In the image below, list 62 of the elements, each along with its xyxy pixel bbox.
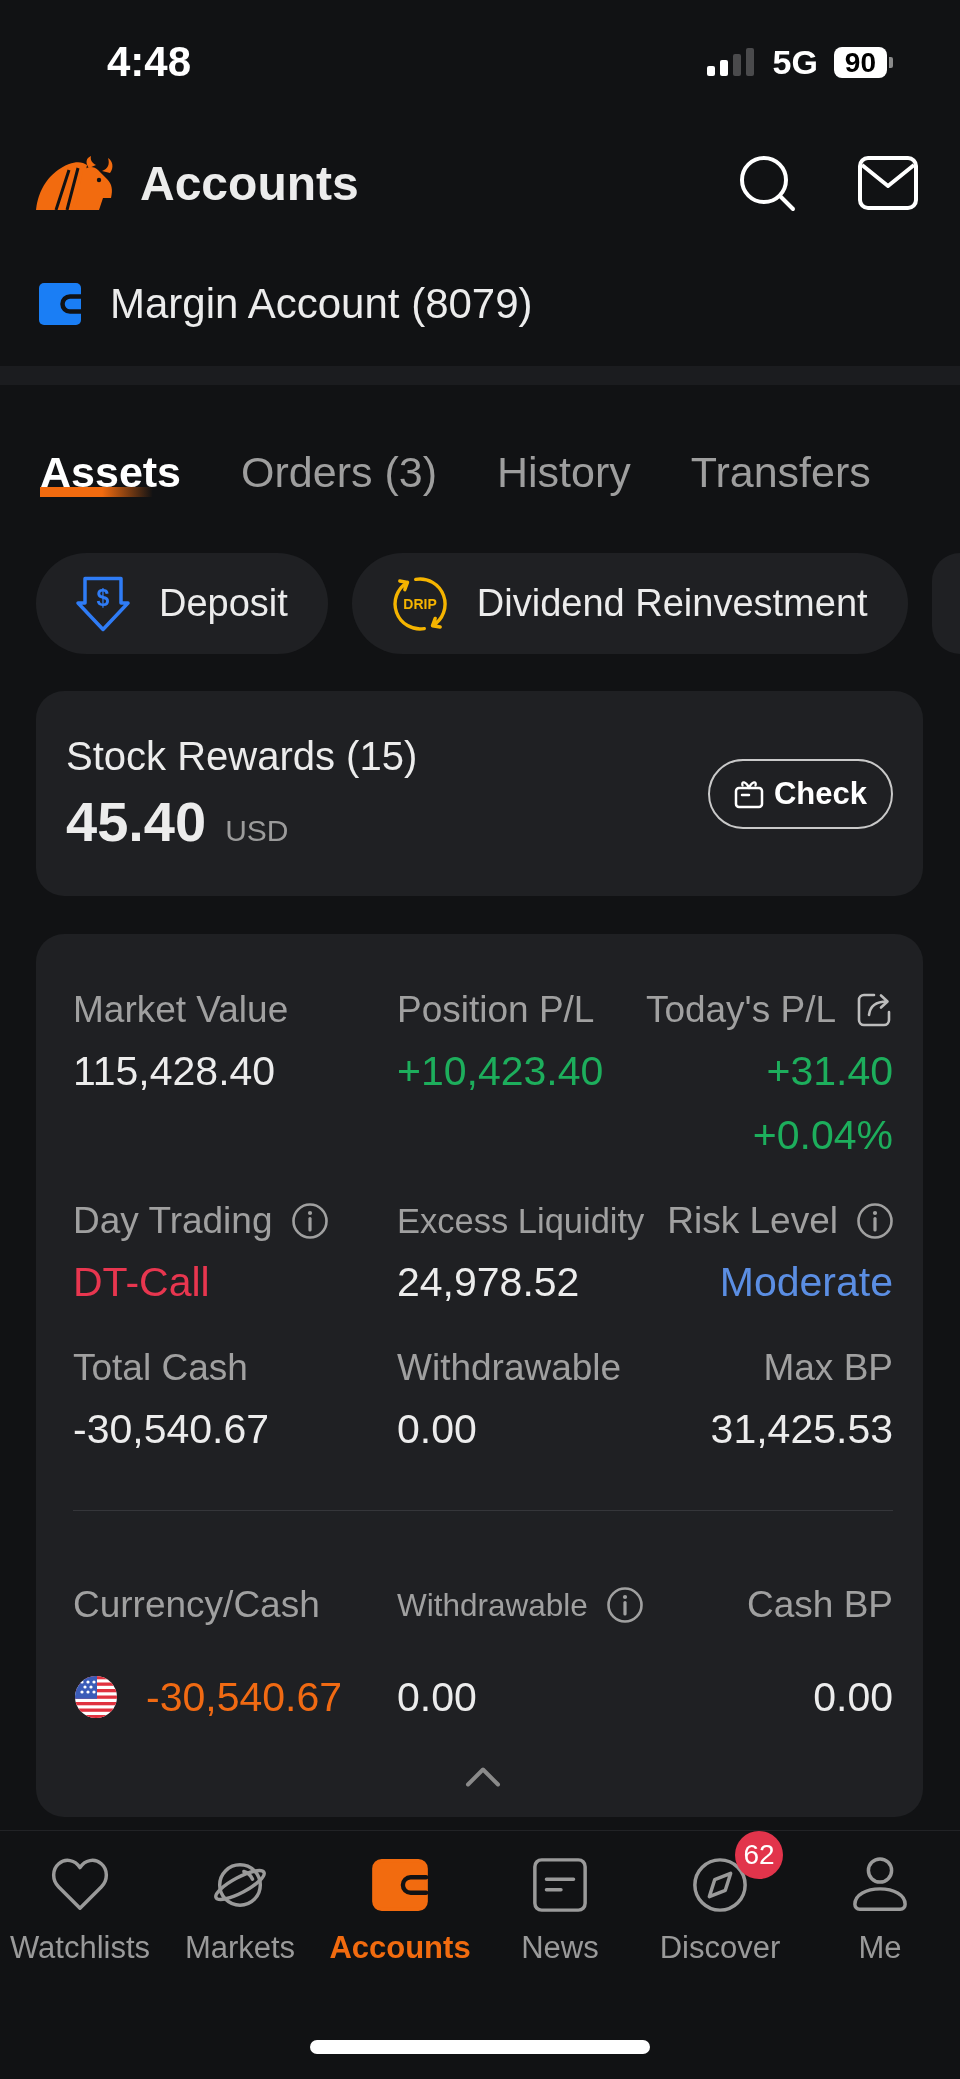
metric-value: +10,423.40 — [397, 1047, 604, 1096]
metric-label: Max BP — [763, 1346, 893, 1390]
check-button[interactable]: Check — [707, 758, 893, 829]
network-type: 5G — [772, 42, 818, 82]
bull-logo-icon — [36, 156, 114, 210]
search-icon[interactable] — [738, 154, 796, 212]
metric-value: +31.40 — [766, 1047, 893, 1096]
nav-tab[interactable]: Watchlists — [0, 1831, 160, 1968]
person-icon — [851, 1856, 909, 1914]
currency-code: USD — [225, 814, 289, 848]
account-name[interactable]: Margin Account (8079) — [110, 280, 533, 328]
metric-label: Today's P/L — [645, 988, 836, 1032]
metric-value: -30,540.67 — [73, 1405, 270, 1454]
wallet-icon — [39, 283, 81, 325]
metric-value: 31,425.53 — [710, 1405, 893, 1454]
flag-icon — [75, 1676, 117, 1718]
info-icon[interactable] — [291, 1203, 328, 1239]
column-header: Currency/Cash — [73, 1583, 320, 1627]
tab[interactable]: Orders (3) — [241, 446, 437, 498]
metric-label: Total Cash — [73, 1346, 248, 1390]
info-icon[interactable] — [857, 1203, 893, 1239]
info-icon[interactable] — [606, 1587, 643, 1623]
gift-icon — [733, 778, 764, 809]
wallet-icon — [371, 1856, 429, 1914]
metric-value: 115,428.40 — [73, 1047, 276, 1096]
metric-value: DT-Call — [73, 1258, 210, 1307]
battery-indicator: 90 — [833, 46, 893, 78]
cash-value: 0.00 — [397, 1673, 477, 1722]
cash-value: -30,540.67 — [146, 1673, 343, 1722]
nav-tab[interactable]: Accounts — [320, 1831, 480, 1968]
document-icon — [531, 1856, 589, 1914]
nav-tab[interactable]: Me — [800, 1831, 960, 1968]
rewards-title: Stock Rewards (15) — [66, 733, 418, 779]
reward-amount: 45.40 — [66, 790, 207, 854]
notification-badge: 62 — [735, 1831, 783, 1879]
action-button[interactable]: $ Deposit — [36, 553, 328, 654]
nav-tab[interactable]: Markets — [160, 1831, 320, 1968]
clock-time: 4:48 — [107, 38, 192, 86]
tab[interactable]: Transfers — [690, 446, 871, 498]
mail-icon[interactable] — [858, 156, 918, 210]
metric-label: Excess Liquidity — [397, 1201, 645, 1242]
metric-label: Risk Level — [667, 1199, 838, 1243]
tab[interactable]: History — [496, 446, 631, 498]
metric-label: Position P/L — [397, 988, 595, 1032]
metric-label: Market Value — [73, 988, 289, 1032]
page-title: Accounts — [140, 155, 359, 211]
metric-value: +0.04% — [752, 1111, 893, 1160]
metric-value: 24,978.52 — [397, 1258, 580, 1307]
nav-tab[interactable]: News — [480, 1831, 640, 1968]
column-header: Cash BP — [747, 1583, 893, 1627]
action-button[interactable]: DRIP Dividend Reinvestment — [351, 553, 908, 654]
nav-tab[interactable]: 62 Discover — [640, 1831, 800, 1968]
metric-label: Day Trading — [73, 1199, 273, 1243]
share-icon[interactable] — [855, 991, 893, 1029]
cash-value: 0.00 — [813, 1673, 893, 1722]
metric-value: 0.00 — [397, 1405, 477, 1454]
deposit-icon: $ — [75, 575, 131, 632]
column-header: Withdrawable — [397, 1586, 588, 1625]
metric-label: Withdrawable — [397, 1346, 622, 1390]
signal-icon — [707, 48, 756, 76]
chevron-up-icon[interactable] — [465, 1767, 501, 1787]
metric-value: Moderate — [719, 1258, 893, 1307]
